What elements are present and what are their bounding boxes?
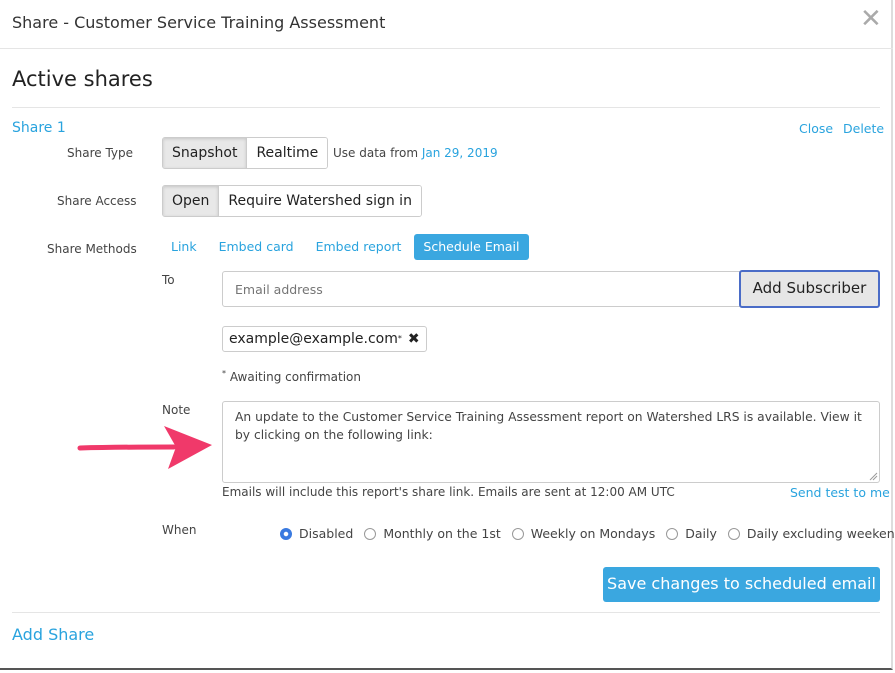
schedule-daily-option[interactable]: Daily [666, 526, 717, 541]
header-divider [0, 48, 893, 49]
section-divider [12, 107, 880, 108]
annotation-arrow-icon [77, 426, 212, 469]
share-access-toggle: Open Require Watershed sign in [162, 185, 422, 217]
note-textarea[interactable]: An update to the Customer Service Traini… [222, 401, 880, 483]
send-test-link[interactable]: Send test to me [790, 485, 890, 500]
share-methods-tabs: Link Embed card Embed report Schedule Em… [162, 234, 529, 260]
section-title: Active shares [12, 67, 153, 91]
share-methods-label: Share Methods [47, 242, 137, 256]
awaiting-note-marker: * [222, 369, 226, 378]
delete-share-link[interactable]: Delete [843, 121, 884, 136]
schedule-daily-weekdays-option[interactable]: Daily excluding weekends [727, 526, 895, 541]
awaiting-confirmation-note: * Awaiting confirmation [222, 369, 361, 384]
schedule-weekly-label: Weekly on Mondays [530, 526, 656, 541]
data-from-date-link[interactable]: Jan 29, 2019 [422, 146, 498, 160]
remove-subscriber-icon[interactable]: ✖ [408, 327, 420, 351]
require-sign-in-button[interactable]: Require Watershed sign in [219, 186, 421, 216]
email-input[interactable] [222, 271, 742, 307]
schedule-monthly-label: Monthly on the 1st [383, 526, 501, 541]
schedule-options: Disabled Monthly on the 1st Weekly on Mo… [280, 526, 895, 541]
radio-icon[interactable] [727, 527, 740, 540]
share-dialog: Share - Customer Service Training Assess… [0, 0, 895, 670]
dialog-title: Share - Customer Service Training Assess… [12, 13, 386, 32]
share-type-label: Share Type [67, 146, 134, 160]
resize-handle-icon[interactable] [868, 471, 878, 481]
close-dialog-icon[interactable]: ✕ [860, 6, 882, 32]
awaiting-confirmation-text: Awaiting confirmation [229, 370, 361, 384]
share-type-toggle: Snapshot Realtime [162, 137, 329, 169]
save-scheduled-email-button[interactable]: Save changes to scheduled email [603, 567, 880, 602]
add-subscriber-button[interactable]: Add Subscriber [739, 270, 880, 308]
radio-icon[interactable] [364, 527, 377, 540]
tab-embed-card[interactable]: Embed card [210, 234, 303, 260]
share-access-label: Share Access [57, 194, 137, 208]
open-button[interactable]: Open [163, 186, 220, 216]
tab-link[interactable]: Link [162, 234, 206, 260]
add-share-link[interactable]: Add Share [12, 625, 94, 644]
schedule-monthly-option[interactable]: Monthly on the 1st [364, 526, 501, 541]
data-from-prefix: Use data from [333, 146, 419, 160]
share-name[interactable]: Share 1 [12, 120, 66, 136]
schedule-daily-weekdays-label: Daily excluding weekends [746, 526, 895, 541]
schedule-disabled-label: Disabled [299, 526, 354, 541]
subscriber-email: example@example.com [229, 331, 398, 347]
data-from: Use data from Jan 29, 2019 [333, 146, 498, 160]
schedule-weekly-option[interactable]: Weekly on Mondays [511, 526, 656, 541]
email-info-text: Emails will include this report's share … [222, 485, 675, 499]
schedule-daily-label: Daily [685, 526, 717, 541]
when-label: When [162, 523, 197, 537]
subscriber-chip: example@example.com * ✖ [222, 326, 427, 352]
schedule-disabled-option[interactable]: Disabled [280, 526, 353, 541]
radio-selected-icon[interactable] [280, 527, 292, 540]
tab-schedule-email[interactable]: Schedule Email [414, 234, 529, 260]
close-share-link[interactable]: Close [799, 121, 833, 136]
note-label: Note [162, 403, 191, 417]
tab-embed-report[interactable]: Embed report [307, 234, 411, 260]
realtime-button[interactable]: Realtime [247, 138, 328, 168]
radio-icon[interactable] [666, 527, 679, 540]
to-label: To [162, 273, 175, 287]
footer-divider [12, 612, 880, 613]
snapshot-button[interactable]: Snapshot [163, 138, 248, 168]
awaiting-marker: * [397, 334, 402, 343]
radio-icon[interactable] [511, 527, 524, 540]
